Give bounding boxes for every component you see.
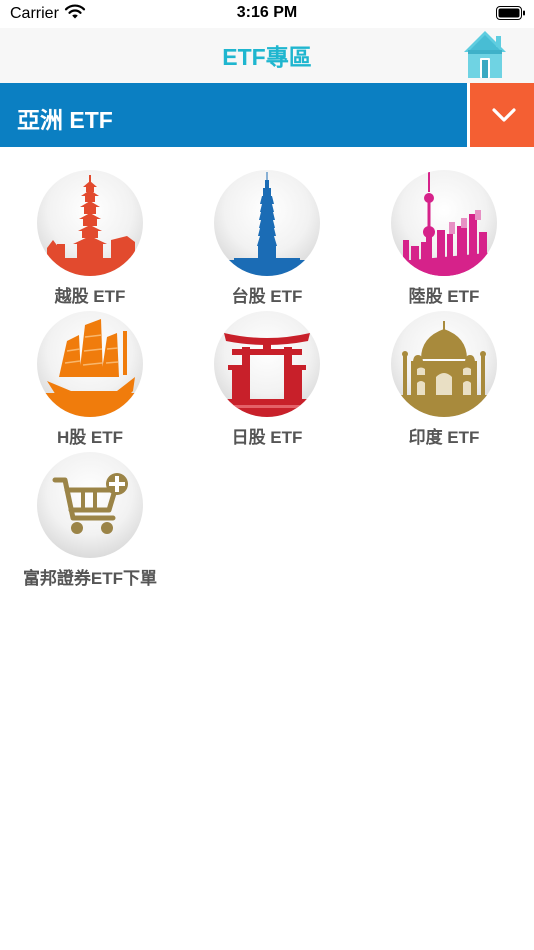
tile-icon-circle	[37, 311, 143, 417]
category-header[interactable]: 亞洲 ETF	[0, 83, 534, 147]
tile-icon-circle	[391, 311, 497, 417]
battery-icon	[496, 6, 526, 20]
chevron-down-icon	[492, 108, 516, 122]
taipei-101-icon	[214, 172, 320, 276]
tile-vietnam-etf[interactable]: 越股 ETF	[0, 170, 180, 310]
pagoda-icon	[37, 175, 143, 276]
tile-label: H股 ETF	[56, 428, 124, 447]
tile-label: 陸股 ETF	[408, 287, 480, 306]
junk-boat-icon	[37, 319, 143, 417]
tile-japan-etf[interactable]: 日股 ETF	[177, 311, 357, 451]
tile-icon-circle	[214, 311, 320, 417]
category-dropdown-button[interactable]	[467, 83, 534, 147]
house-icon	[464, 31, 506, 78]
nav-bar: ETF專區	[0, 28, 534, 83]
clock: 3:16 PM	[236, 4, 298, 21]
category-title: 亞洲 ETF	[17, 107, 113, 133]
page-title: ETF專區	[222, 44, 312, 70]
tile-taiwan-etf[interactable]: 台股 ETF	[177, 170, 357, 310]
tile-label: 富邦證券ETF下單	[22, 569, 158, 588]
shanghai-skyline-icon	[391, 172, 497, 276]
status-bar: Carrier 3:16 PM	[0, 0, 534, 28]
tile-label: 台股 ETF	[231, 287, 303, 306]
tile-icon-circle	[37, 452, 143, 558]
tile-china-etf[interactable]: 陸股 ETF	[354, 170, 534, 310]
tile-fubon-etf-order[interactable]: 富邦證券ETF下單	[0, 452, 180, 592]
tile-label: 越股 ETF	[54, 287, 126, 306]
cart-plus-icon	[52, 473, 128, 534]
tile-icon-circle	[37, 170, 143, 276]
tile-icon-circle	[214, 170, 320, 276]
home-button[interactable]	[460, 28, 510, 80]
torii-gate-icon	[214, 333, 320, 417]
tile-h-share-etf[interactable]: H股 ETF	[0, 311, 180, 451]
taj-mahal-icon	[391, 321, 497, 417]
tile-india-etf[interactable]: 印度 ETF	[354, 311, 534, 451]
tile-label: 日股 ETF	[231, 428, 303, 447]
tile-icon-circle	[391, 170, 497, 276]
tile-label: 印度 ETF	[408, 428, 480, 447]
